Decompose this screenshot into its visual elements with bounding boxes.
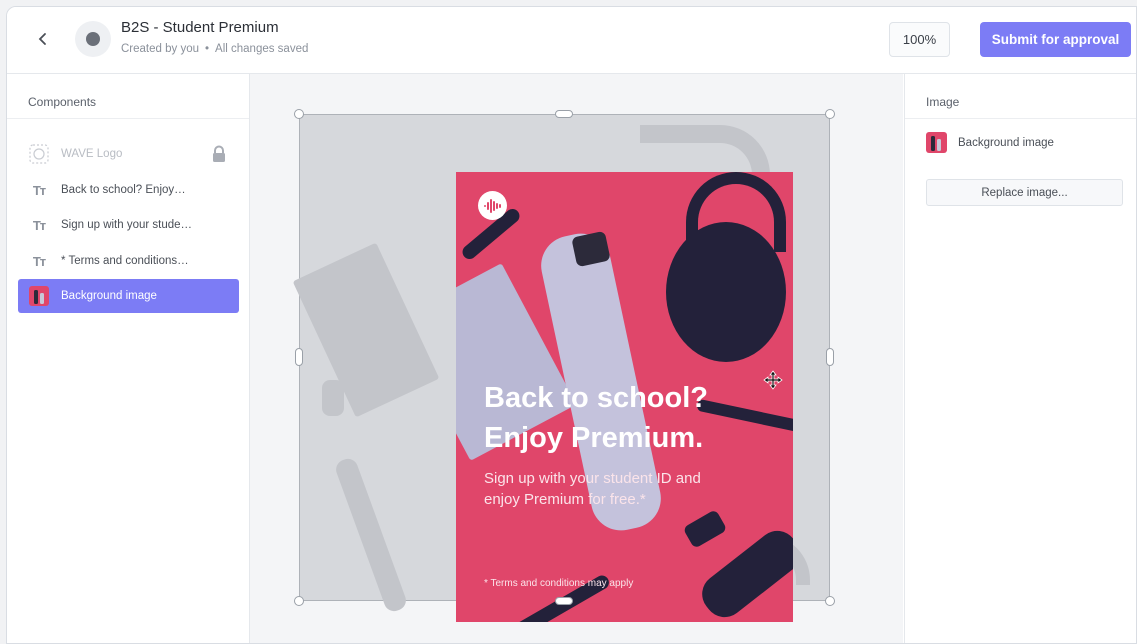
- text-icon: Tт: [32, 253, 46, 269]
- resize-handle-bottom[interactable]: [555, 597, 573, 605]
- text-icon: Tт: [32, 182, 46, 198]
- separator: •: [205, 43, 210, 55]
- page-title: B2S - Student Premium: [121, 19, 279, 36]
- image-selection-box[interactable]: Back to school? Enjoy Premium. Sign up w…: [292, 114, 830, 622]
- save-status: All changes saved: [215, 43, 309, 55]
- text-icon: Tт: [32, 217, 46, 233]
- image-item[interactable]: Background image: [926, 132, 1054, 153]
- component-item-body-text[interactable]: Tт Sign up with your stude…: [18, 208, 239, 242]
- component-label: Background image: [61, 290, 157, 302]
- poster-body-text[interactable]: Sign up with your student ID and enjoy P…: [484, 468, 744, 510]
- component-label: * Terms and conditions…: [61, 255, 189, 267]
- resize-handle-bottom-left[interactable]: [294, 596, 304, 606]
- waveform-icon: [483, 198, 501, 213]
- image-panel: Image Background image Replace image...: [904, 74, 1136, 643]
- poster-headline[interactable]: Back to school? Enjoy Premium.: [484, 378, 708, 458]
- component-item-headline[interactable]: Tт Back to school? Enjoy…: [18, 173, 239, 207]
- image-item-label: Background image: [958, 136, 1054, 149]
- body-line: enjoy Premium for free.*: [484, 491, 646, 508]
- page-subtitle: Created by you • All changes saved: [121, 43, 308, 55]
- poster-artboard[interactable]: Back to school? Enjoy Premium. Sign up w…: [456, 172, 793, 622]
- logo-icon: [28, 143, 50, 165]
- ghost-notebook: [292, 242, 440, 418]
- component-item-terms[interactable]: Tт * Terms and conditions…: [18, 244, 239, 278]
- components-heading: Components: [28, 95, 97, 109]
- eraser-shape: [682, 509, 728, 549]
- wave-logo[interactable]: [478, 191, 507, 220]
- move-cursor-icon: [763, 370, 783, 390]
- resize-handle-top[interactable]: [555, 110, 573, 118]
- component-label: Sign up with your stude…: [61, 219, 193, 231]
- back-button[interactable]: [33, 29, 53, 49]
- canvas[interactable]: Back to school? Enjoy Premium. Sign up w…: [250, 74, 903, 643]
- image-thumbnail-icon: [28, 285, 50, 307]
- components-panel: Components WAVE Logo Tт Back to school? …: [7, 74, 250, 643]
- image-heading: Image: [926, 95, 960, 109]
- headphones-band-shape: [686, 172, 786, 252]
- headline-line: Enjoy Premium.: [484, 422, 704, 454]
- resize-handle-top-right[interactable]: [825, 109, 835, 119]
- component-label: Back to school? Enjoy…: [61, 184, 186, 196]
- replace-image-button[interactable]: Replace image...: [926, 179, 1123, 206]
- top-bar: B2S - Student Premium Created by you • All…: [7, 7, 1136, 74]
- image-thumbnail: [926, 132, 947, 153]
- headline-line: Back to school?: [484, 382, 708, 414]
- editor-window: B2S - Student Premium Created by you • All…: [6, 6, 1137, 644]
- submit-for-approval-button[interactable]: Submit for approval: [980, 22, 1131, 57]
- component-item-background-image[interactable]: Background image: [18, 279, 239, 313]
- lock-icon: [213, 145, 225, 162]
- poster-terms[interactable]: * Terms and conditions may apply: [484, 578, 633, 589]
- chevron-left-icon: [38, 33, 46, 45]
- avatar-dot: [86, 32, 100, 46]
- ghost-eraser: [322, 380, 344, 416]
- created-by-text: Created by you: [121, 43, 199, 55]
- divider: [905, 118, 1136, 119]
- ghost-pen: [333, 456, 409, 614]
- resize-handle-top-left[interactable]: [294, 109, 304, 119]
- avatar[interactable]: [75, 21, 111, 57]
- divider: [7, 118, 249, 119]
- resize-handle-left[interactable]: [295, 348, 303, 366]
- component-label: WAVE Logo: [61, 148, 123, 160]
- resize-handle-right[interactable]: [826, 348, 834, 366]
- body-line: Sign up with your student ID and: [484, 470, 701, 487]
- pencil-shape: [695, 398, 793, 434]
- component-item-wave-logo[interactable]: WAVE Logo: [18, 137, 239, 171]
- resize-handle-bottom-right[interactable]: [825, 596, 835, 606]
- zoom-level-button[interactable]: 100%: [889, 22, 950, 57]
